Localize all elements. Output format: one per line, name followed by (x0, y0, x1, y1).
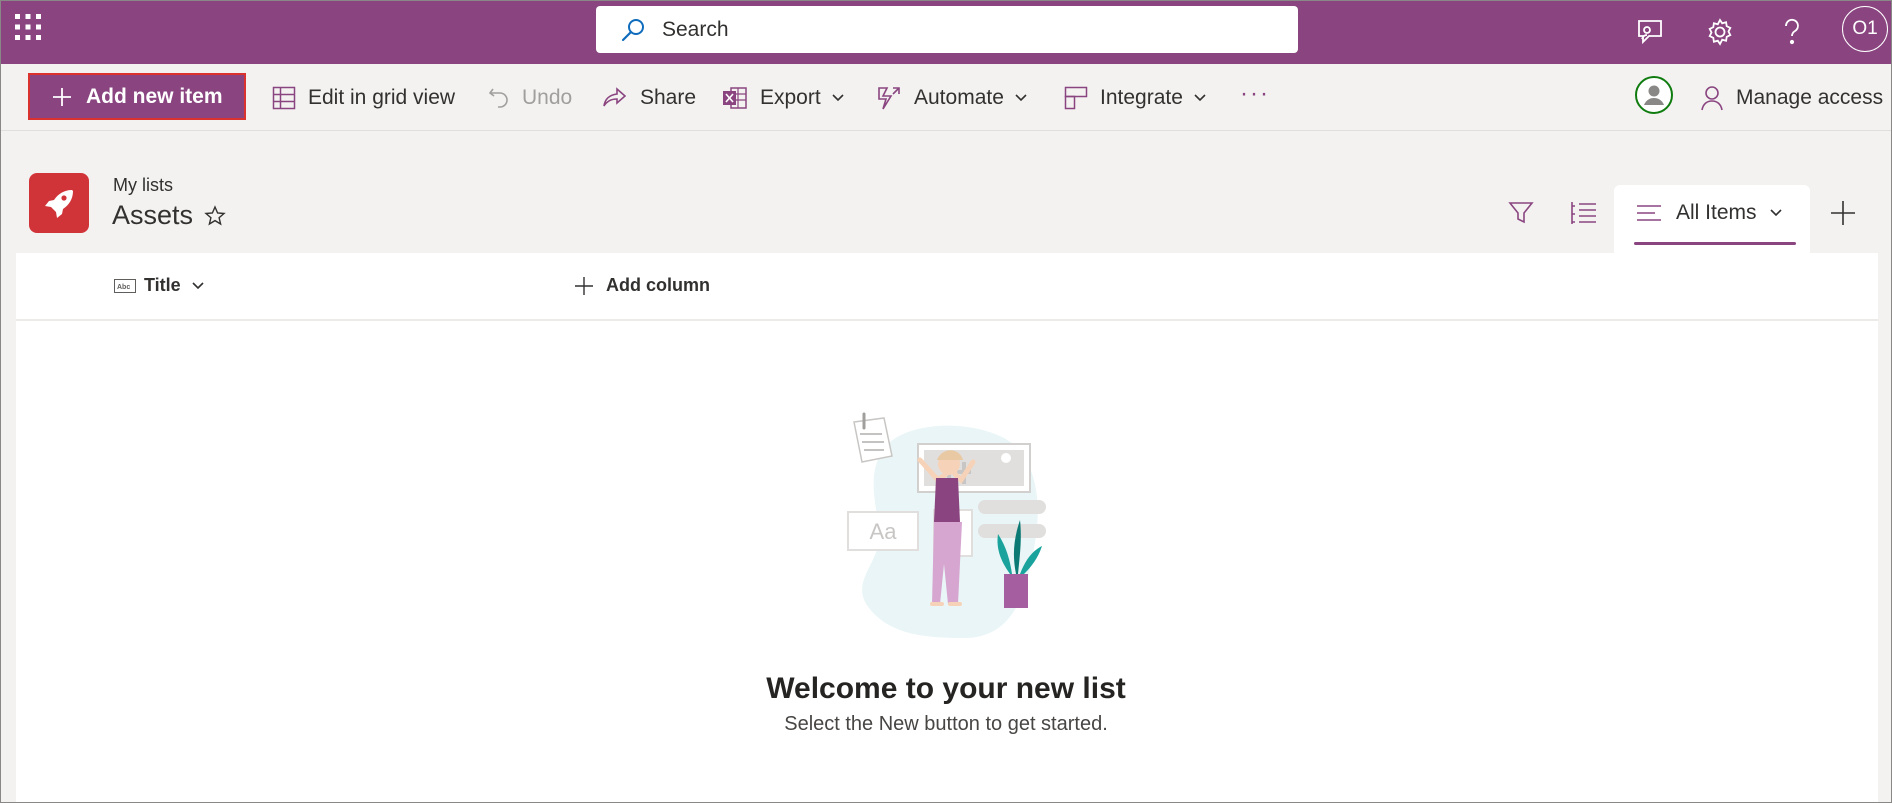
column-header-title[interactable]: Abc Title (114, 275, 205, 296)
undo-icon (488, 88, 508, 108)
empty-list-illustration: Aa (847, 412, 1046, 638)
add-column-button[interactable]: Add column (574, 275, 710, 296)
integrate-button[interactable]: Integrate (1064, 82, 1207, 114)
undo-button[interactable]: Undo (488, 82, 572, 114)
person-avatar-icon (1640, 81, 1668, 109)
add-column-label: Add column (606, 275, 710, 295)
avatar-initials: O1 (1852, 18, 1878, 39)
automate-label: Automate (914, 86, 1004, 109)
column-header-row: Abc Title Add column (16, 253, 1878, 321)
plus-icon (53, 87, 71, 106)
export-button[interactable]: Export (722, 82, 845, 114)
chevron-down-icon (192, 281, 204, 289)
active-view-indicator (1634, 242, 1796, 245)
edit-grid-view-button[interactable]: Edit in grid view (272, 82, 455, 114)
filter-icon[interactable] (1508, 200, 1534, 231)
share-button[interactable]: Share (602, 82, 696, 114)
list-lines-icon (1637, 205, 1661, 221)
search-box[interactable]: Search (596, 6, 1298, 53)
command-bar: Add new item Edit in grid view Undo Shar… (0, 64, 1892, 131)
manage-access-button[interactable]: Manage access (1700, 82, 1883, 114)
chevron-down-icon (1015, 94, 1027, 102)
more-options-button[interactable]: ··· (1240, 80, 1270, 108)
grid-icon (272, 86, 296, 110)
account-avatar[interactable]: O1 (1842, 6, 1888, 52)
add-new-item-button[interactable]: Add new item (28, 73, 246, 120)
feedback-icon[interactable] (1628, 10, 1672, 54)
favorite-star-icon[interactable] (204, 205, 226, 232)
share-label[interactable]: Share (640, 86, 696, 110)
list-icon (29, 173, 89, 233)
illustration-aa-text: Aa (870, 519, 898, 544)
settings-gear-icon[interactable] (1698, 10, 1742, 54)
rocket-icon (45, 190, 73, 218)
user-avatar[interactable] (1635, 76, 1673, 114)
view-tab-all-items[interactable]: All Items (1614, 185, 1810, 253)
column-title-label: Title (144, 275, 181, 295)
manage-access-label: Manage access (1736, 86, 1884, 109)
help-icon[interactable] (1770, 10, 1814, 54)
list-title: Assets (112, 200, 194, 230)
automate-button[interactable]: Automate (876, 82, 1028, 114)
suite-header: Search O1 (0, 0, 1892, 64)
chevron-down-icon (1769, 209, 1782, 217)
integrate-icon (1064, 86, 1088, 110)
text-column-icon: Abc (114, 278, 136, 293)
person-icon (1701, 86, 1723, 111)
all-items-view-switcher[interactable]: All Items (1636, 201, 1783, 225)
add-new-item-label: Add new item (86, 84, 223, 108)
view-options-icon[interactable] (1570, 200, 1598, 231)
chevron-down-icon (1194, 94, 1206, 102)
add-view-button[interactable] (1830, 200, 1856, 231)
svg-text:Abc: Abc (117, 284, 130, 291)
breadcrumb-my-lists[interactable]: My lists (113, 175, 173, 196)
empty-state-subtitle: Select the New button to get started. (784, 713, 1108, 735)
automate-icon (878, 87, 900, 110)
edit-grid-view-label: Edit in grid view (308, 86, 456, 109)
undo-label: Undo (522, 86, 573, 109)
search-icon (621, 18, 644, 41)
export-label: Export (760, 86, 821, 109)
plus-icon (575, 276, 593, 295)
share-icon (603, 87, 627, 107)
integrate-label: Integrate (1100, 86, 1183, 109)
chevron-down-icon (832, 94, 844, 102)
view-name: All Items (1676, 201, 1757, 224)
search-placeholder: Search (662, 17, 729, 41)
empty-state-title: Welcome to your new list (766, 672, 1126, 705)
app-launcher-icon[interactable] (14, 13, 42, 41)
excel-icon (723, 87, 747, 109)
plus-icon (1831, 201, 1855, 225)
